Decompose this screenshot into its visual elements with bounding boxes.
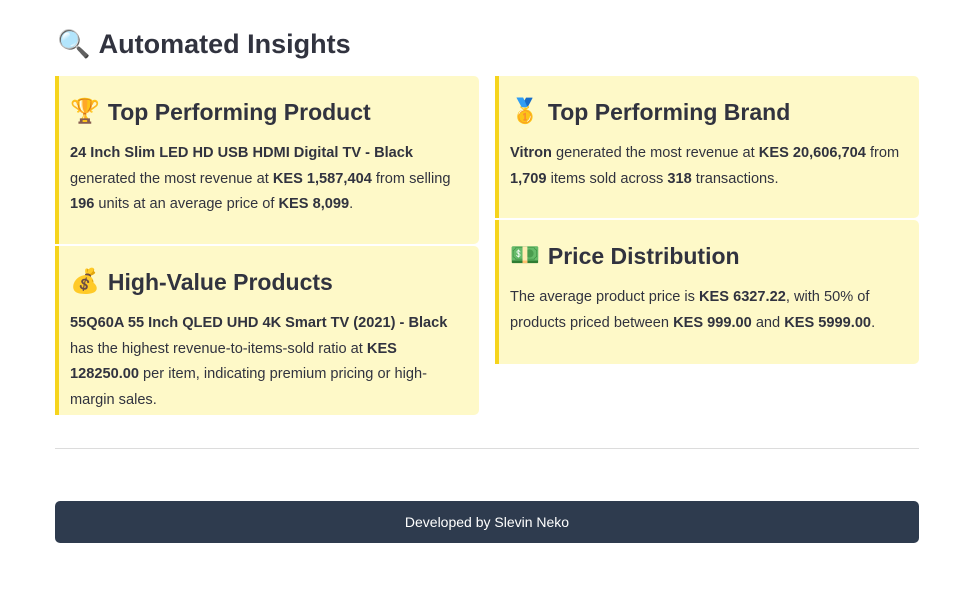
top-brand-transactions: 318: [667, 170, 692, 187]
high-value-product-name: 55Q60A 55 Inch QLED UHD 4K Smart TV (202…: [70, 315, 448, 331]
top-product-revenue: KES 1,587,404: [272, 170, 372, 187]
top-brand-name: Vitron: [510, 145, 552, 161]
top-product-units: 196: [70, 196, 95, 212]
divider: [55, 448, 919, 449]
top-brand-revenue: KES 20,606,704: [758, 145, 866, 161]
price-low: KES 999.00: [673, 314, 752, 331]
text-segment: and: [751, 314, 785, 331]
text-segment: units at an average price of: [94, 196, 279, 212]
price-distribution-heading: 💵 Price Distribution: [510, 236, 907, 276]
banknote-icon: 💵: [510, 242, 540, 269]
text-segment: .: [871, 314, 876, 331]
text-segment: from: [865, 145, 900, 161]
trophy-icon: 🏆: [70, 98, 100, 125]
magnifier-icon: 🔍: [57, 28, 91, 59]
page-title-text: Automated Insights: [98, 28, 351, 59]
price-distribution-card: 💵 Price Distribution The average product…: [495, 220, 919, 364]
high-value-card: 💰 High-Value Products 55Q60A 55 Inch QLE…: [55, 246, 479, 415]
text-segment: The average product price is: [510, 289, 700, 305]
top-product-title: Top Performing Product: [107, 98, 371, 125]
text-segment: has the highest revenue-to-items-sold ra…: [70, 340, 367, 357]
top-brand-description: Vitron generated the most revenue at KES…: [510, 141, 907, 192]
money-bag-icon: 💰: [70, 268, 100, 295]
price-high: KES 5999.00: [784, 314, 872, 331]
top-brand-card: 🥇 Top Performing Brand Vitron generated …: [495, 76, 919, 218]
top-product-card: 🏆 Top Performing Product 24 Inch Slim LE…: [55, 76, 479, 244]
footer-bar: Developed by Slevin Neko: [55, 501, 919, 543]
page: 🔍 Automated Insights 🏆 Top Performing Pr…: [0, 0, 976, 589]
page-title: 🔍 Automated Insights: [57, 24, 351, 64]
text-segment: .: [349, 196, 354, 212]
top-brand-title: Top Performing Brand: [547, 98, 791, 125]
high-value-description: 55Q60A 55 Inch QLED UHD 4K Smart TV (202…: [70, 311, 467, 413]
text-segment: transactions.: [691, 170, 779, 187]
high-value-title: High-Value Products: [107, 268, 333, 295]
footer-text: Developed by Slevin Neko: [404, 514, 570, 530]
price-distribution-description: The average product price is KES 6327.22…: [510, 285, 907, 336]
text-segment: generated the most revenue at: [551, 145, 759, 161]
top-product-description: 24 Inch Slim LED HD USB HDMI Digital TV …: [70, 141, 467, 218]
text-segment: items sold across: [546, 170, 668, 187]
top-product-heading: 🏆 Top Performing Product: [70, 92, 467, 132]
text-segment: from selling: [371, 170, 451, 187]
medal-icon: 🥇: [510, 98, 540, 125]
top-product-name: 24 Inch Slim LED HD USB HDMI Digital TV …: [70, 145, 414, 161]
high-value-heading: 💰 High-Value Products: [70, 262, 467, 302]
top-brand-items: 1,709: [510, 170, 547, 187]
top-brand-heading: 🥇 Top Performing Brand: [510, 92, 907, 132]
text-segment: generated the most revenue at: [70, 170, 273, 187]
price-avg: KES 6327.22: [699, 289, 786, 305]
price-distribution-title: Price Distribution: [547, 242, 740, 269]
top-product-avg-price: KES 8,099: [278, 196, 350, 212]
